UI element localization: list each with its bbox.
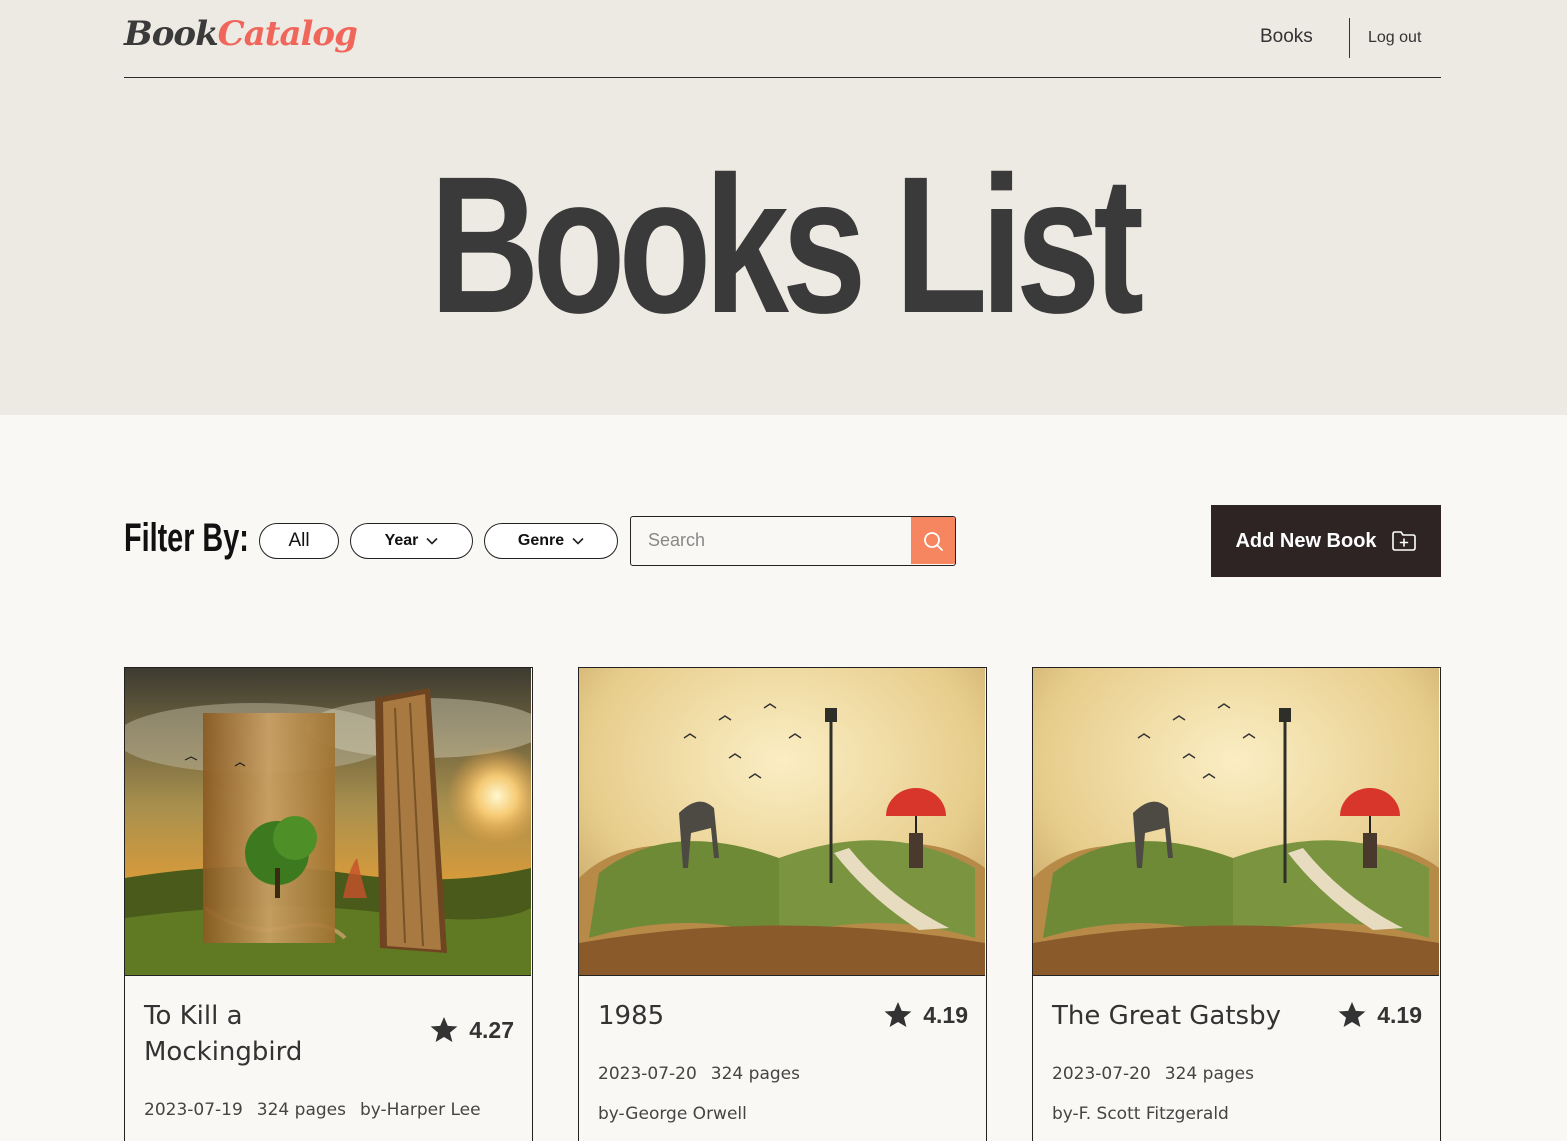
chevron-down-icon (572, 537, 584, 545)
book-date: 2023-07-20 (598, 1064, 697, 1084)
page-title: Books List (429, 136, 1144, 354)
search-button[interactable] (911, 517, 955, 564)
nav-divider (1349, 18, 1350, 58)
nav-books-link[interactable]: Books (1260, 26, 1313, 48)
book-author: by-George Orwell (598, 1104, 747, 1124)
book-card[interactable]: The Great Gatsby 4.19 2023-07-20 324 pag… (1032, 667, 1441, 1141)
book-title: 1985 (598, 1001, 665, 1031)
book-card[interactable]: 1985 4.19 2023-07-20 324 pages by-George… (578, 667, 987, 1141)
logo[interactable]: BookCatalog (124, 14, 358, 54)
book-title: To Kill a Mockingbird (144, 1001, 303, 1067)
book-meta: 2023-07-20 324 pages (598, 1064, 800, 1084)
book-title: The Great Gatsby (1052, 1001, 1281, 1031)
folder-plus-icon (1391, 531, 1416, 551)
filter-genre-label: Genre (517, 532, 565, 549)
book-author: by-F. Scott Fitzgerald (1052, 1104, 1229, 1124)
book-author: by-Harper Lee (359, 1100, 481, 1120)
filter-year-dropdown[interactable]: Year (350, 523, 473, 559)
star-icon (1338, 1001, 1366, 1028)
add-new-book-button[interactable]: Add New Book (1211, 505, 1441, 577)
book-author-row: by-F. Scott Fitzgerald (1052, 1104, 1229, 1124)
filter-genre-dropdown[interactable]: Genre (484, 523, 618, 559)
book-date: 2023-07-20 (1052, 1064, 1151, 1084)
filter-year-label: Year (384, 532, 419, 549)
filter-all-button[interactable]: All (259, 523, 339, 559)
book-rating: 4.27 (429, 1016, 514, 1044)
star-icon (430, 1016, 458, 1043)
star-icon (884, 1001, 912, 1028)
chevron-down-icon (426, 537, 438, 545)
search-icon (924, 531, 943, 551)
book-cover-image (1033, 668, 1439, 976)
filter-all-label: All (288, 530, 310, 551)
book-card[interactable]: To Kill a Mockingbird 4.27 2023-07-19 32… (124, 667, 533, 1141)
hero-section: BookCatalog Books Log out Books List (0, 0, 1567, 415)
book-pages: 324 pages (710, 1064, 800, 1084)
search-box (630, 516, 956, 566)
rating-value: 4.19 (1377, 1001, 1422, 1028)
filter-label: Filter By: (124, 516, 249, 560)
add-new-book-label: Add New Book (1235, 529, 1377, 552)
navbar: BookCatalog Books Log out (124, 0, 1441, 78)
book-meta: 2023-07-19 324 pages by-Harper Lee (144, 1100, 481, 1120)
logo-part-catalog: Catalog (217, 14, 358, 54)
logout-link[interactable]: Log out (1368, 29, 1421, 47)
rating-value: 4.19 (923, 1001, 968, 1028)
book-meta: 2023-07-20 324 pages (1052, 1064, 1254, 1084)
logo-part-book: Book (124, 14, 219, 54)
book-rating: 4.19 (883, 1001, 968, 1029)
book-cover-image (579, 668, 985, 976)
book-author-row: by-George Orwell (598, 1104, 747, 1124)
book-pages: 324 pages (256, 1100, 346, 1120)
book-pages: 324 pages (1164, 1064, 1254, 1084)
search-input[interactable] (631, 517, 913, 564)
rating-value: 4.27 (469, 1016, 514, 1043)
book-date: 2023-07-19 (144, 1100, 243, 1120)
book-rating: 4.19 (1337, 1001, 1422, 1029)
book-cover-image (125, 668, 531, 976)
